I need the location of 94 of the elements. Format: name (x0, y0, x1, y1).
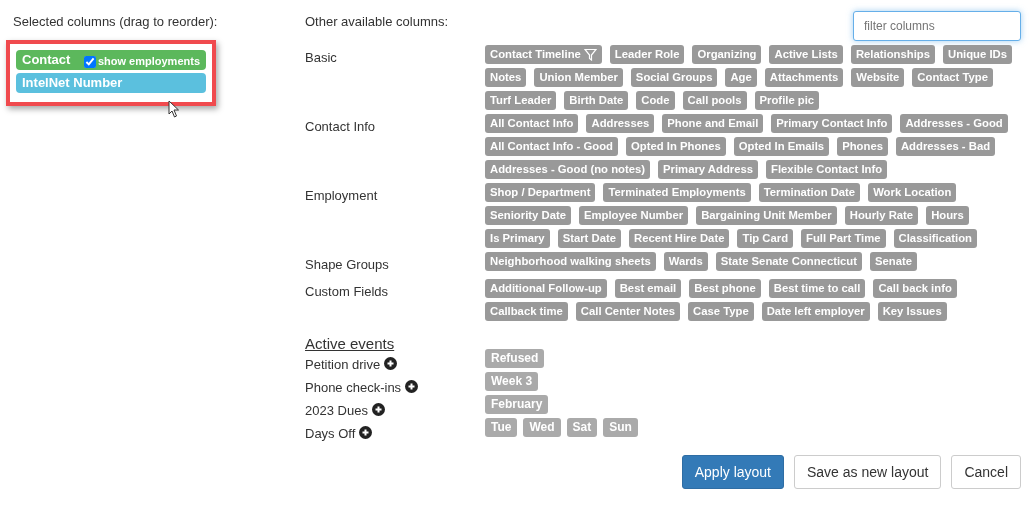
event-chip[interactable]: Sun (603, 417, 638, 437)
checkbox[interactable] (83, 55, 96, 68)
column-chip[interactable]: Phone and Email (662, 114, 764, 133)
event-label: Days Off (305, 424, 356, 443)
column-chip[interactable]: Organizing (692, 45, 762, 64)
group-label: Shape Groups (305, 256, 390, 274)
column-chip[interactable]: Contact Timeline (485, 45, 602, 64)
column-label: IntelNet Number (22, 73, 123, 92)
column-chip[interactable]: Leader Role (609, 45, 685, 64)
column-chip[interactable]: Addresses - Bad (895, 137, 996, 156)
column-chip[interactable]: Wards (663, 252, 708, 271)
column-chip[interactable]: Attachments (764, 68, 844, 87)
column-chip[interactable]: Website (851, 68, 905, 87)
column-chip[interactable]: Primary Address (658, 160, 759, 179)
column-chip[interactable]: Call pools (682, 91, 747, 110)
add-icon[interactable] (359, 425, 373, 439)
add-icon[interactable] (371, 402, 385, 416)
column-chip[interactable]: Additional Follow-up (485, 278, 607, 298)
column-chip[interactable]: Terminated Employments (603, 183, 751, 202)
column-chip[interactable]: Call back info (873, 278, 957, 298)
column-chip[interactable]: State Senate Connecticut (715, 252, 863, 271)
column-chip[interactable]: Is Primary (485, 229, 550, 248)
column-chip[interactable]: Best phone (689, 278, 761, 298)
event-chip[interactable]: Refused (485, 348, 545, 368)
secondary-button[interactable]: Save as new layout (794, 454, 942, 489)
column-chip[interactable]: All Contact Info - Good (485, 137, 618, 156)
event-chip[interactable]: Wed (523, 417, 561, 437)
column-chip[interactable]: Addresses - Good (900, 114, 1008, 133)
column-chip[interactable]: Social Groups (630, 68, 718, 87)
event-label: 2023 Dues (305, 401, 368, 420)
column-chip[interactable]: Work Location (868, 183, 957, 202)
add-icon[interactable] (405, 379, 419, 393)
panel-title: Selected columns (drag to reorder): (13, 13, 219, 31)
event-label: Phone check-ins (305, 378, 402, 397)
column-chip[interactable]: Full Part Time (801, 229, 886, 248)
column-chip[interactable]: Unique IDs (943, 45, 1012, 64)
column-chip[interactable]: Termination Date (758, 183, 861, 202)
column-chip[interactable]: Birth Date (564, 91, 629, 110)
column-chip[interactable]: Best email (614, 278, 682, 298)
column-chip[interactable]: Primary Contact Info (771, 114, 893, 133)
column-chip[interactable]: Profile pic (754, 91, 820, 110)
column-chip[interactable]: Hours (926, 206, 969, 225)
column-chip[interactable]: Opted In Phones (626, 137, 726, 156)
apply-button[interactable]: Apply layout (681, 454, 784, 489)
column-chip[interactable]: Turf Leader (485, 91, 557, 110)
event-chip[interactable]: Tue (485, 417, 518, 437)
secondary-button[interactable]: Cancel (951, 454, 1021, 489)
filter-icon[interactable] (583, 48, 597, 61)
column-chip[interactable]: Shop / Department (485, 183, 596, 202)
column-chip[interactable]: Flexible Contact Info (766, 160, 888, 179)
column-chip[interactable]: Best time to call (768, 278, 866, 298)
column-chip[interactable]: Call Center Notes (575, 301, 680, 321)
column-chip[interactable]: Age (725, 68, 757, 87)
event-chip[interactable]: February (485, 394, 549, 414)
group-label: Contact Info (305, 118, 377, 136)
column-chip[interactable]: Addresses (586, 114, 655, 133)
column-chip[interactable]: Senate (870, 252, 918, 271)
column-chip[interactable]: Key Issues (877, 301, 947, 321)
add-icon[interactable] (384, 356, 398, 370)
column-chip[interactable]: Callback time (485, 301, 568, 321)
column-chip[interactable]: Code (636, 91, 675, 110)
column-chip[interactable]: Addresses - Good (no notes) (485, 160, 651, 179)
column-chip[interactable]: Date left employer (761, 301, 870, 321)
selected-column[interactable]: Contact show employments (16, 49, 206, 70)
column-chip[interactable]: Case Type (688, 301, 754, 321)
column-chip[interactable]: Tip Card (737, 229, 794, 248)
column-chip[interactable]: Classification (893, 229, 977, 248)
column-chip[interactable]: Opted In Emails (733, 137, 830, 156)
filter-field[interactable]: filter columns (853, 11, 1021, 41)
column-chip[interactable]: Notes (485, 68, 527, 87)
column-chip[interactable]: Hourly Rate (844, 206, 919, 225)
column-chip[interactable]: Active Lists (769, 45, 843, 64)
column-chip[interactable]: Recent Hire Date (629, 229, 730, 248)
column-chip[interactable]: Seniority Date (485, 206, 571, 225)
group-label: Custom Fields (305, 282, 390, 301)
column-chip[interactable]: Relationships (850, 45, 935, 64)
panel-title: Other available columns: (305, 13, 449, 31)
column-label: Contact (22, 50, 71, 69)
column-chip[interactable]: Neighborhood walking sheets (485, 252, 656, 271)
column-chip[interactable]: Contact Type (912, 68, 994, 87)
event-label: Petition drive (305, 355, 381, 374)
column-chip[interactable]: Bargaining Unit Member (696, 206, 837, 225)
column-chip[interactable]: Phones (837, 137, 888, 156)
event-chip[interactable]: Sat (566, 417, 598, 437)
column-chip[interactable]: Union Member (534, 68, 623, 87)
option-label[interactable]: show employments (97, 53, 200, 70)
group-label: Basic (305, 49, 338, 67)
group-label: Employment (305, 187, 379, 205)
column-chip[interactable]: Start Date (557, 229, 621, 248)
column-chip[interactable]: All Contact Info (485, 114, 579, 133)
event-chip[interactable]: Week 3 (485, 371, 539, 391)
column-chip[interactable]: Employee Number (578, 206, 689, 225)
selected-column[interactable]: IntelNet Number (16, 72, 206, 93)
section-heading: Active events (305, 334, 396, 352)
